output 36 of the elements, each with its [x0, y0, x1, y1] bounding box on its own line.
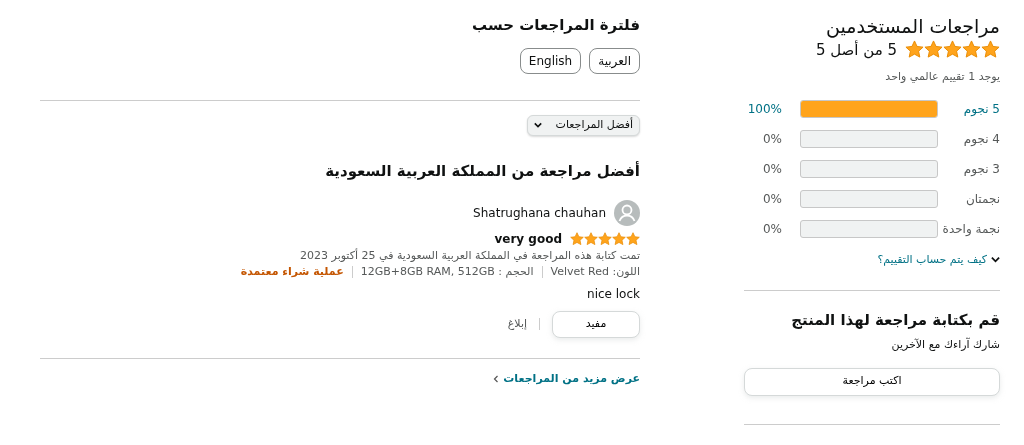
language-filter-button[interactable]: العربية	[589, 48, 640, 74]
section-subtitle: شارك آراءك مع الآخرين	[890, 337, 1000, 354]
percent-text: 0%	[762, 160, 782, 178]
star-label: 3 نجوم	[962, 160, 1000, 178]
language-filter-button[interactable]: English	[519, 48, 582, 74]
variant-color: اللون: Velvet Red	[550, 264, 640, 280]
section-title: قم بكتابة مراجعة لهذا المنتج	[790, 311, 1000, 330]
sort-dropdown[interactable]: أفضل المراجعات	[526, 115, 640, 136]
avatar-icon	[614, 199, 640, 226]
section-title: أفضل مراجعة من المملكة العربية السعودية	[324, 161, 640, 180]
more-reviews-link[interactable]: عرض مزيد من المراجعات	[503, 370, 640, 387]
section-title: مراجعات المستخدمين	[825, 14, 1000, 39]
chevron-down-icon	[533, 121, 542, 130]
percent-text: 0%	[762, 130, 782, 148]
chevron-down-icon	[991, 255, 1000, 265]
write-review-button[interactable]: اكتب مراجعة	[744, 367, 1000, 396]
review-title: very good	[494, 230, 562, 248]
rating-text: 5 من أصل 5	[815, 39, 897, 61]
percent-text: 0%	[762, 220, 782, 238]
verified-purchase-label: عملية شراء معتمدة	[240, 264, 344, 280]
star-label: نجمة واحدة	[941, 220, 1000, 238]
percent-text: 100%	[747, 100, 782, 118]
helpful-button[interactable]: مفيد	[552, 310, 640, 338]
section-title: فلترة المراجعات حسب	[471, 16, 640, 34]
rating-help-link[interactable]: كيف يتم حساب التقييم؟	[877, 251, 987, 269]
star-label: 4 نجوم	[962, 130, 1000, 148]
reviewer-name: Shatrughana chauhan	[473, 204, 606, 222]
report-link[interactable]: إبلاغ	[507, 315, 527, 333]
chevron-left-icon	[493, 374, 500, 383]
star-filter-link[interactable]: 5 نجوم	[938, 99, 1000, 118]
star-label: نجمتان	[964, 190, 1000, 208]
percent-text: 0%	[762, 190, 782, 208]
review-date: تمت كتابة هذه المراجعة في المملكة العربية السعودية في 25 أكتوبر 2023	[299, 247, 640, 264]
rating-count: يوجد 1 تقييم عالمي واحد	[884, 69, 1000, 86]
review-body: nice lock	[586, 285, 640, 303]
variant-size: الحجم : 12GB+8GB RAM, 512GB	[360, 264, 534, 280]
